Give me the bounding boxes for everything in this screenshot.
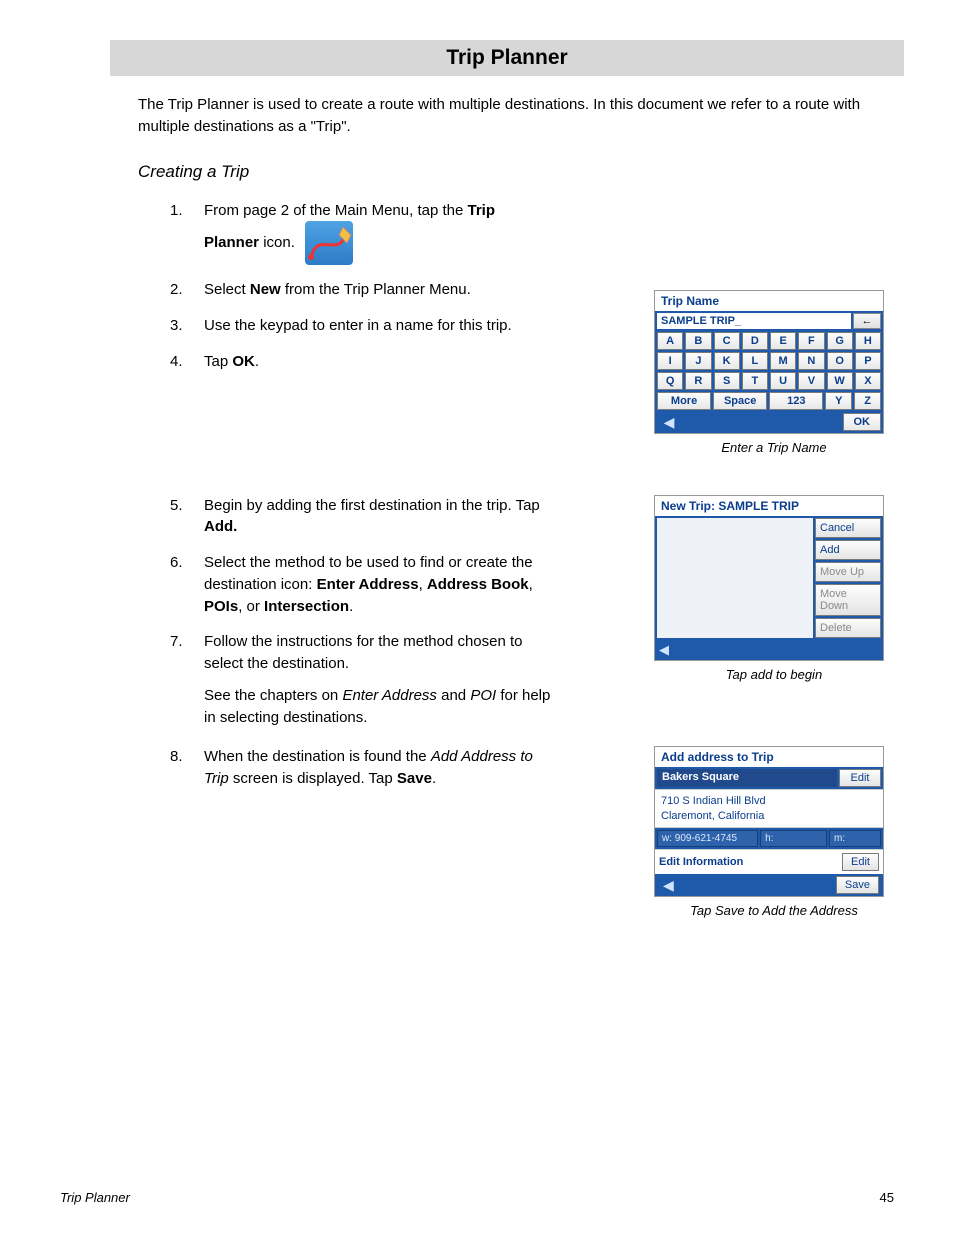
edit-name-button[interactable]: Edit — [839, 769, 881, 787]
trip-planner-icon — [305, 221, 353, 265]
key-x[interactable]: X — [855, 372, 881, 390]
step-4: 4. Tap OK. — [170, 351, 624, 373]
back-arrow-icon[interactable]: ◀ — [659, 876, 678, 894]
key-row-4: More Space 123 Y Z — [655, 391, 883, 411]
key-h[interactable]: H — [855, 332, 881, 350]
step-5: 5. Begin by adding the first destination… — [170, 495, 624, 539]
key-i[interactable]: I — [657, 352, 683, 370]
key-f[interactable]: F — [798, 332, 824, 350]
key-t[interactable]: T — [742, 372, 768, 390]
page-number: 45 — [880, 1190, 894, 1205]
key-row-2: I J K L M N O P — [655, 351, 883, 371]
key-123[interactable]: 123 — [769, 392, 823, 410]
key-c[interactable]: C — [714, 332, 740, 350]
phone-work[interactable]: w: 909-621-4745 — [657, 830, 758, 847]
newtrip-screenshot: New Trip: SAMPLE TRIP Cancel Add Move Up… — [654, 495, 884, 661]
edit-info-button[interactable]: Edit — [842, 853, 879, 871]
key-g[interactable]: G — [827, 332, 853, 350]
key-s[interactable]: S — [714, 372, 740, 390]
key-j[interactable]: J — [685, 352, 711, 370]
ok-button[interactable]: OK — [843, 413, 882, 431]
step-6: 6. Select the method to be used to find … — [170, 552, 624, 617]
phone-home[interactable]: h: — [760, 830, 827, 847]
keypad-input[interactable]: SAMPLE TRIP_ — [657, 313, 851, 329]
edit-information-label: Edit Information — [659, 856, 842, 868]
step-2: 2. Select New from the Trip Planner Menu… — [170, 279, 624, 301]
step-1: 1. From page 2 of the Main Menu, tap the… — [170, 200, 624, 266]
step-8: 8. When the destination is found the Add… — [170, 746, 624, 790]
movedown-button: Move Down — [815, 584, 881, 616]
key-k[interactable]: K — [714, 352, 740, 370]
key-u[interactable]: U — [770, 372, 796, 390]
addaddr-caption: Tap Save to Add the Address — [654, 903, 894, 918]
key-l[interactable]: L — [742, 352, 768, 370]
backspace-key[interactable]: ← — [853, 313, 881, 329]
addaddr-title: Add address to Trip — [655, 747, 883, 767]
cancel-button[interactable]: Cancel — [815, 518, 881, 538]
key-q[interactable]: Q — [657, 372, 683, 390]
back-arrow-icon[interactable]: ◀ — [655, 640, 883, 660]
step-7: 7. Follow the instructions for the metho… — [170, 631, 624, 728]
moveup-button: Move Up — [815, 562, 881, 582]
key-more[interactable]: More — [657, 392, 711, 410]
key-a[interactable]: A — [657, 332, 683, 350]
key-y[interactable]: Y — [825, 392, 852, 410]
add-button[interactable]: Add — [815, 540, 881, 560]
key-space[interactable]: Space — [713, 392, 767, 410]
keypad-screenshot: Trip Name SAMPLE TRIP_ ← A B C D E F G H… — [654, 290, 884, 434]
footer-title: Trip Planner — [60, 1190, 130, 1205]
intro-text: The Trip Planner is used to create a rou… — [138, 94, 894, 138]
key-v[interactable]: V — [798, 372, 824, 390]
addaddress-screenshot: Add address to Trip Bakers Square Edit 7… — [654, 746, 884, 897]
key-b[interactable]: B — [685, 332, 711, 350]
keypad-caption: Enter a Trip Name — [654, 440, 894, 455]
newtrip-caption: Tap add to begin — [654, 667, 894, 682]
step-3: 3. Use the keypad to enter in a name for… — [170, 315, 624, 337]
key-w[interactable]: W — [827, 372, 853, 390]
key-n[interactable]: N — [798, 352, 824, 370]
phone-mobile[interactable]: m: — [829, 830, 881, 847]
key-row-3: Q R S T U V W X — [655, 371, 883, 391]
key-o[interactable]: O — [827, 352, 853, 370]
key-e[interactable]: E — [770, 332, 796, 350]
newtrip-list — [657, 518, 813, 638]
section-title: Creating a Trip — [138, 162, 894, 182]
newtrip-title: New Trip: SAMPLE TRIP — [655, 496, 883, 516]
key-d[interactable]: D — [742, 332, 768, 350]
back-arrow-icon[interactable]: ◀ — [657, 413, 681, 431]
key-row-1: A B C D E F G H — [655, 331, 883, 351]
page-header: Trip Planner — [110, 40, 904, 76]
poi-name: Bakers Square — [657, 769, 837, 787]
key-r[interactable]: R — [685, 372, 711, 390]
keypad-title: Trip Name — [655, 291, 883, 311]
address-block: 710 S Indian Hill Blvd Claremont, Califo… — [655, 789, 883, 828]
delete-button: Delete — [815, 618, 881, 638]
key-p[interactable]: P — [855, 352, 881, 370]
save-button[interactable]: Save — [836, 876, 879, 894]
key-m[interactable]: M — [770, 352, 796, 370]
key-z[interactable]: Z — [854, 392, 881, 410]
